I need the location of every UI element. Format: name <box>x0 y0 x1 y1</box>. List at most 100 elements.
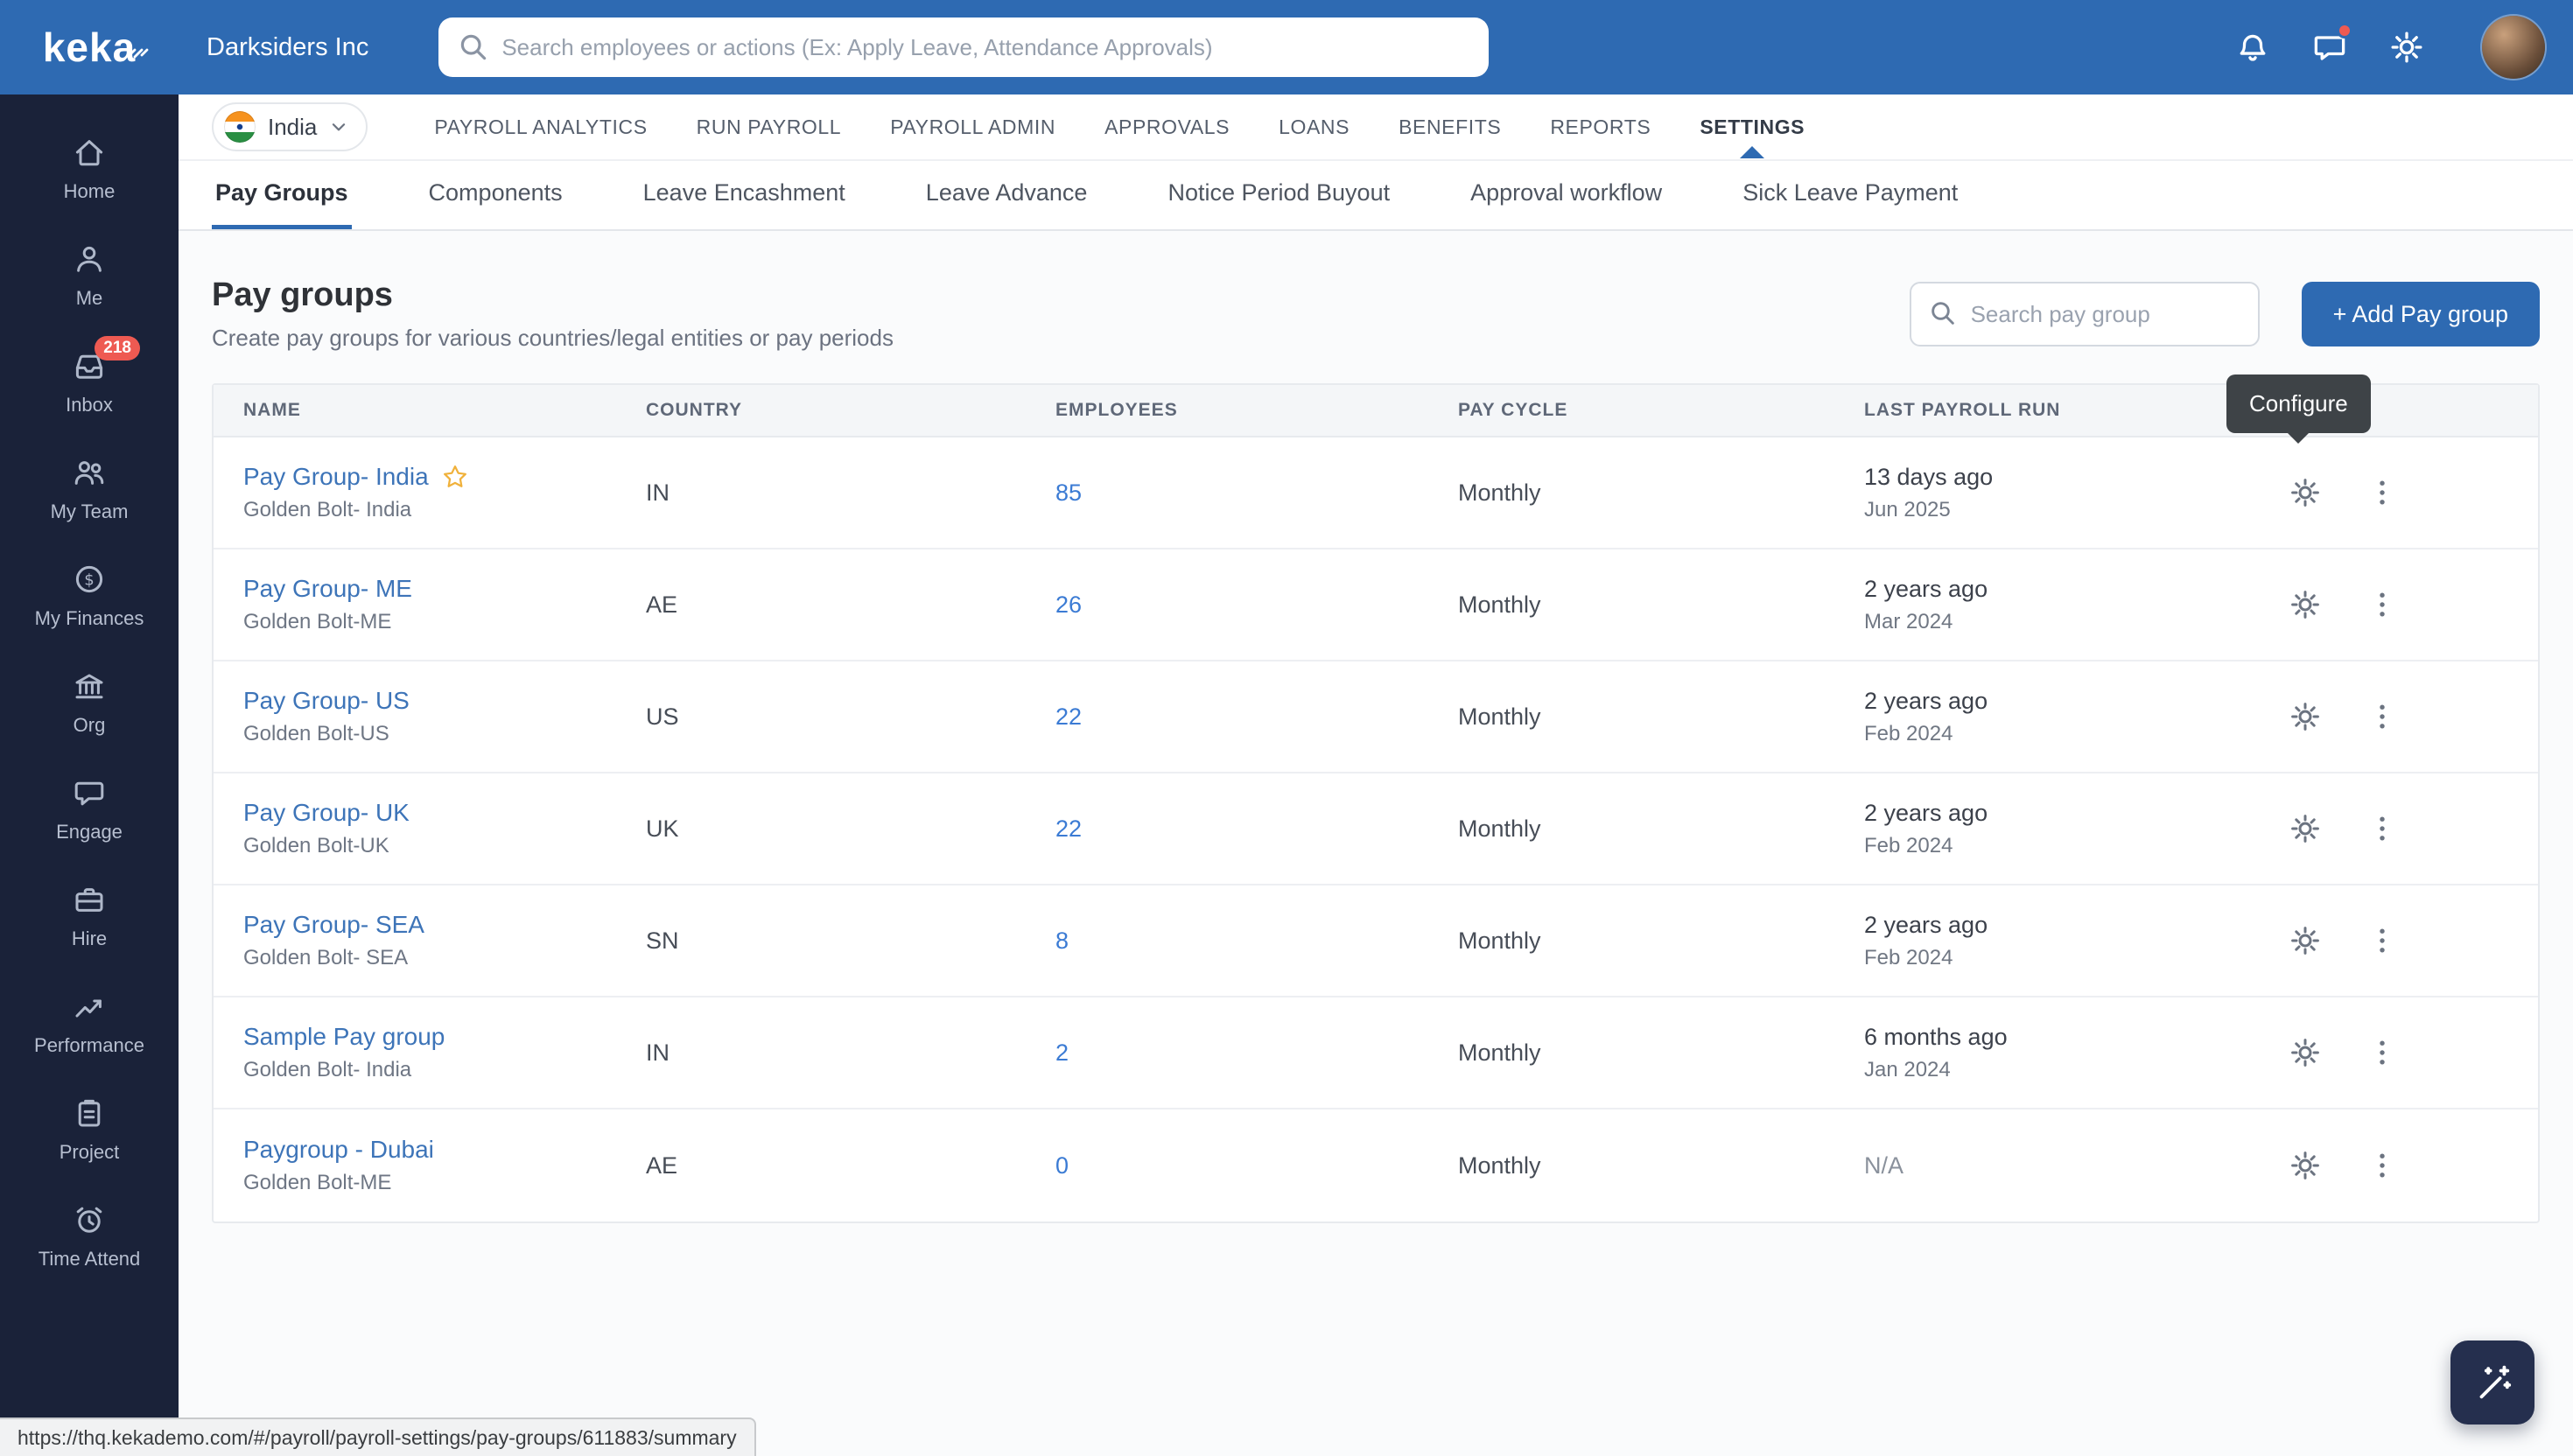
hire-icon <box>72 882 107 917</box>
search-icon <box>1927 298 1959 329</box>
global-search <box>438 18 1489 77</box>
nav-item-run-payroll[interactable]: RUN PAYROLL <box>672 96 866 158</box>
country-cell: US <box>646 704 1055 731</box>
tab-pay-groups[interactable]: Pay Groups <box>212 161 352 229</box>
tab-sick-leave-payment[interactable]: Sick Leave Payment <box>1739 161 1961 229</box>
performance-icon <box>72 989 107 1024</box>
sidebar-item-performance[interactable]: Performance <box>0 970 179 1076</box>
active-nav-caret <box>1740 146 1764 158</box>
sidebar-item-engage[interactable]: Engage <box>0 756 179 863</box>
payroll-module-nav: India PAYROLL ANALYTICS RUN PAYROLL PAYR… <box>179 94 2573 161</box>
employee-count-link[interactable]: 8 <box>1055 928 1069 954</box>
sidebar-item-label: Project <box>60 1141 119 1164</box>
chevron-down-icon <box>329 117 348 136</box>
tab-approval-workflow[interactable]: Approval workflow <box>1467 161 1665 229</box>
sidebar-item-org[interactable]: Org <box>0 649 179 756</box>
star-icon[interactable] <box>441 463 469 491</box>
pay-group-link[interactable]: Pay Group- US <box>243 687 410 715</box>
nav-item-benefits[interactable]: BENEFITS <box>1374 96 1525 158</box>
tab-leave-advance[interactable]: Leave Advance <box>922 161 1091 229</box>
kebab-menu-icon[interactable] <box>2365 811 2400 846</box>
nav-item-settings[interactable]: SETTINGS <box>1675 96 1829 158</box>
keka-logo[interactable]: keka <box>0 24 179 71</box>
employee-count-link[interactable]: 85 <box>1055 480 1082 506</box>
legal-entity-label: Golden Bolt- India <box>243 498 646 522</box>
tab-components[interactable]: Components <box>425 161 566 229</box>
messages-icon[interactable] <box>2310 28 2349 66</box>
country-selector[interactable]: India <box>212 102 368 151</box>
pay-group-link[interactable]: Paygroup - Dubai <box>243 1136 434 1164</box>
settings-gear-icon[interactable] <box>2387 28 2426 66</box>
configure-gear-icon[interactable] <box>2288 811 2323 846</box>
pay-cycle-cell: Monthly <box>1458 928 1864 955</box>
last-run-cell: 2 years ago Mar 2024 <box>1864 576 2288 634</box>
pay-cycle-cell: Monthly <box>1458 816 1864 843</box>
pay-group-search <box>1910 282 2260 346</box>
search-icon <box>456 30 491 65</box>
employee-count-link[interactable]: 2 <box>1055 1040 1069 1066</box>
configure-gear-icon[interactable] <box>2288 923 2323 958</box>
kebab-menu-icon[interactable] <box>2365 923 2400 958</box>
pay-group-link[interactable]: Pay Group- UK <box>243 799 410 827</box>
pay-group-search-input[interactable] <box>1910 282 2260 346</box>
pay-cycle-cell: Monthly <box>1458 592 1864 619</box>
col-last-payroll-run: LAST PAYROLL RUN <box>1864 400 2288 421</box>
nav-item-payroll-analytics[interactable]: PAYROLL ANALYTICS <box>410 96 671 158</box>
notifications-bell-icon[interactable] <box>2233 28 2272 66</box>
pay-group-link[interactable]: Pay Group- ME <box>243 575 412 603</box>
table-row: Pay Group- India Golden Bolt- India IN 8… <box>214 438 2538 550</box>
user-avatar[interactable] <box>2482 16 2545 79</box>
col-pay-cycle: PAY CYCLE <box>1458 400 1864 421</box>
kebab-menu-icon[interactable] <box>2365 1035 2400 1070</box>
configure-gear-icon[interactable] <box>2288 1148 2323 1183</box>
nav-item-loans[interactable]: LOANS <box>1254 96 1374 158</box>
pay-group-link[interactable]: Pay Group- India <box>243 463 429 491</box>
employee-count-link[interactable]: 22 <box>1055 704 1082 730</box>
table-row: Pay Group- US Golden Bolt-US US 22 Month… <box>214 662 2538 774</box>
legal-entity-label: Golden Bolt-UK <box>243 834 646 858</box>
pay-group-link[interactable]: Pay Group- SEA <box>243 911 424 939</box>
sidebar-item-my-finances[interactable]: $ My Finances <box>0 542 179 649</box>
global-search-input[interactable] <box>438 18 1489 77</box>
pay-group-link[interactable]: Sample Pay group <box>243 1023 445 1051</box>
kebab-menu-icon[interactable] <box>2365 1148 2400 1183</box>
configure-gear-icon[interactable] <box>2288 475 2323 510</box>
configure-gear-icon[interactable] <box>2288 587 2323 622</box>
tab-leave-encashment[interactable]: Leave Encashment <box>640 161 849 229</box>
company-name: Darksiders Inc <box>207 33 368 62</box>
sidebar-item-my-team[interactable]: My Team <box>0 436 179 542</box>
sidebar-item-home[interactable]: Home <box>0 116 179 222</box>
page-subtitle: Create pay groups for various countries/… <box>212 325 894 352</box>
inbox-count-badge: 218 <box>95 336 140 360</box>
sidebar-item-project[interactable]: Project <box>0 1076 179 1183</box>
kebab-menu-icon[interactable] <box>2365 587 2400 622</box>
nav-item-payroll-admin[interactable]: PAYROLL ADMIN <box>866 96 1080 158</box>
sidebar-item-me[interactable]: Me <box>0 222 179 329</box>
country-cell: SN <box>646 928 1055 955</box>
pay-cycle-cell: Monthly <box>1458 480 1864 507</box>
engage-icon <box>72 775 107 810</box>
employee-count-link[interactable]: 22 <box>1055 816 1082 842</box>
col-name: NAME <box>243 400 646 421</box>
sidebar-item-inbox[interactable]: Inbox 218 <box>0 329 179 436</box>
last-run-cell: 2 years ago Feb 2024 <box>1864 800 2288 858</box>
tab-notice-period-buyout[interactable]: Notice Period Buyout <box>1164 161 1393 229</box>
country-cell: UK <box>646 816 1055 843</box>
nav-item-approvals[interactable]: APPROVALS <box>1080 96 1254 158</box>
configure-gear-icon[interactable] <box>2288 1035 2323 1070</box>
sidebar-item-hire[interactable]: Hire <box>0 863 179 970</box>
add-pay-group-button[interactable]: + Add Pay group <box>2302 282 2540 346</box>
table-row: Pay Group- UK Golden Bolt-UK UK 22 Month… <box>214 774 2538 886</box>
employee-count-link[interactable]: 0 <box>1055 1152 1069 1179</box>
project-icon <box>72 1096 107 1130</box>
sidebar: Home Me Inbox 218 My Team $ My Finances … <box>0 94 179 1456</box>
kebab-menu-icon[interactable] <box>2365 475 2400 510</box>
employee-count-link[interactable]: 26 <box>1055 592 1082 618</box>
sidebar-item-time-attend[interactable]: Time Attend <box>0 1183 179 1290</box>
magic-wand-fab[interactable] <box>2450 1340 2534 1424</box>
nav-item-reports[interactable]: REPORTS <box>1525 96 1675 158</box>
configure-gear-icon[interactable] <box>2288 699 2323 734</box>
col-country: COUNTRY <box>646 400 1055 421</box>
country-cell: IN <box>646 480 1055 507</box>
kebab-menu-icon[interactable] <box>2365 699 2400 734</box>
